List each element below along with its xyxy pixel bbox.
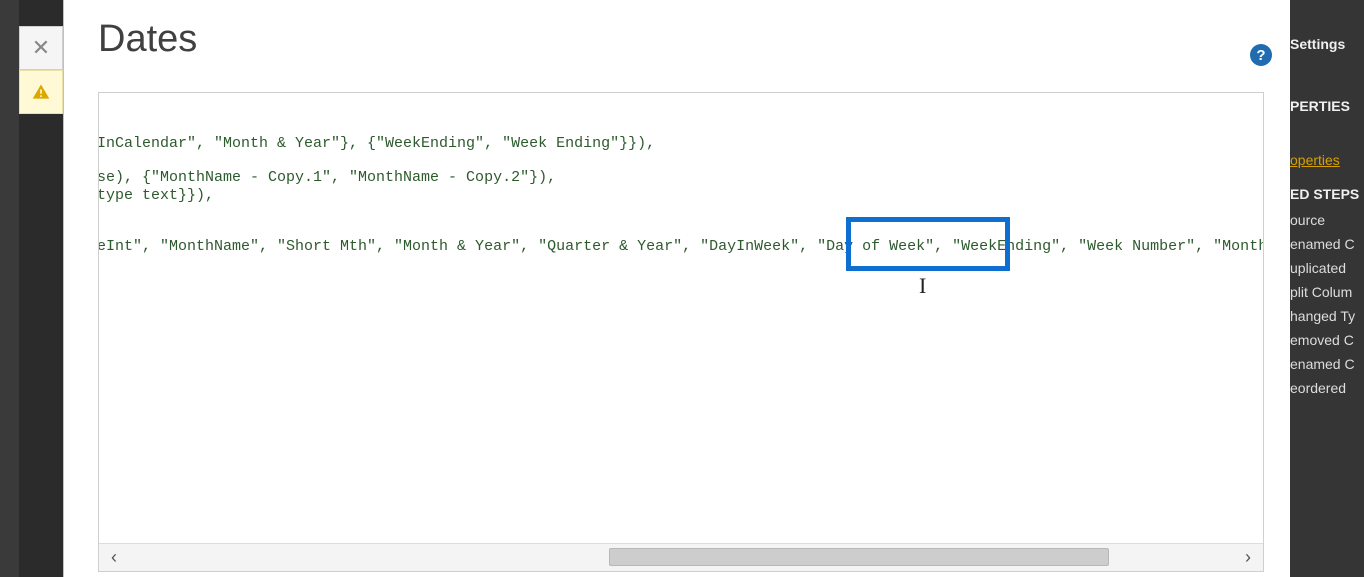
right-side-panel: Settings PERTIES operties ED STEPS ource… bbox=[1290, 0, 1364, 577]
applied-step-item[interactable]: ource bbox=[1290, 208, 1364, 232]
applied-step-item[interactable]: uplicated bbox=[1290, 256, 1364, 280]
code-line[interactable]: eInt", "MonthName", "Short Mth", "Month … bbox=[99, 238, 1263, 255]
settings-header: Settings bbox=[1290, 30, 1364, 58]
scrollbar-track[interactable] bbox=[129, 544, 1233, 571]
page-title: Dates bbox=[98, 18, 197, 61]
left-gutter bbox=[0, 0, 19, 577]
applied-step-item[interactable]: plit Colum bbox=[1290, 280, 1364, 304]
scroll-right-button[interactable]: › bbox=[1233, 544, 1263, 571]
properties-link[interactable]: operties bbox=[1290, 148, 1364, 172]
horizontal-scrollbar[interactable]: ‹ › bbox=[99, 543, 1263, 571]
advanced-editor-panel: Dates ? InCalendar", "Month & Year"}, {"… bbox=[63, 0, 1290, 577]
warning-icon bbox=[31, 82, 51, 102]
scroll-left-button[interactable]: ‹ bbox=[99, 544, 129, 571]
applied-step-item[interactable]: enamed C bbox=[1290, 352, 1364, 376]
code-editor-viewport[interactable]: InCalendar", "Month & Year"}, {"WeekEndi… bbox=[99, 93, 1263, 543]
tab-close-button[interactable]: ✕ bbox=[19, 26, 63, 70]
scrollbar-thumb[interactable] bbox=[609, 548, 1109, 566]
applied-step-item[interactable]: eordered bbox=[1290, 376, 1364, 400]
code-line[interactable]: InCalendar", "Month & Year"}, {"WeekEndi… bbox=[99, 135, 655, 152]
close-icon: ✕ bbox=[32, 35, 50, 61]
applied-step-item[interactable]: enamed C bbox=[1290, 232, 1364, 256]
properties-header: PERTIES bbox=[1290, 92, 1364, 120]
applied-step-item[interactable]: emoved C bbox=[1290, 328, 1364, 352]
tab-warning-indicator[interactable] bbox=[19, 70, 63, 114]
code-line[interactable]: type text}}), bbox=[99, 187, 214, 204]
code-line[interactable]: se), {"MonthName - Copy.1", "MonthName -… bbox=[99, 169, 556, 186]
applied-step-item[interactable]: hanged Ty bbox=[1290, 304, 1364, 328]
text-cursor-icon: I bbox=[919, 273, 926, 299]
applied-steps-header: ED STEPS bbox=[1290, 180, 1364, 208]
code-editor[interactable]: InCalendar", "Month & Year"}, {"WeekEndi… bbox=[98, 92, 1264, 572]
help-icon[interactable]: ? bbox=[1250, 44, 1272, 66]
